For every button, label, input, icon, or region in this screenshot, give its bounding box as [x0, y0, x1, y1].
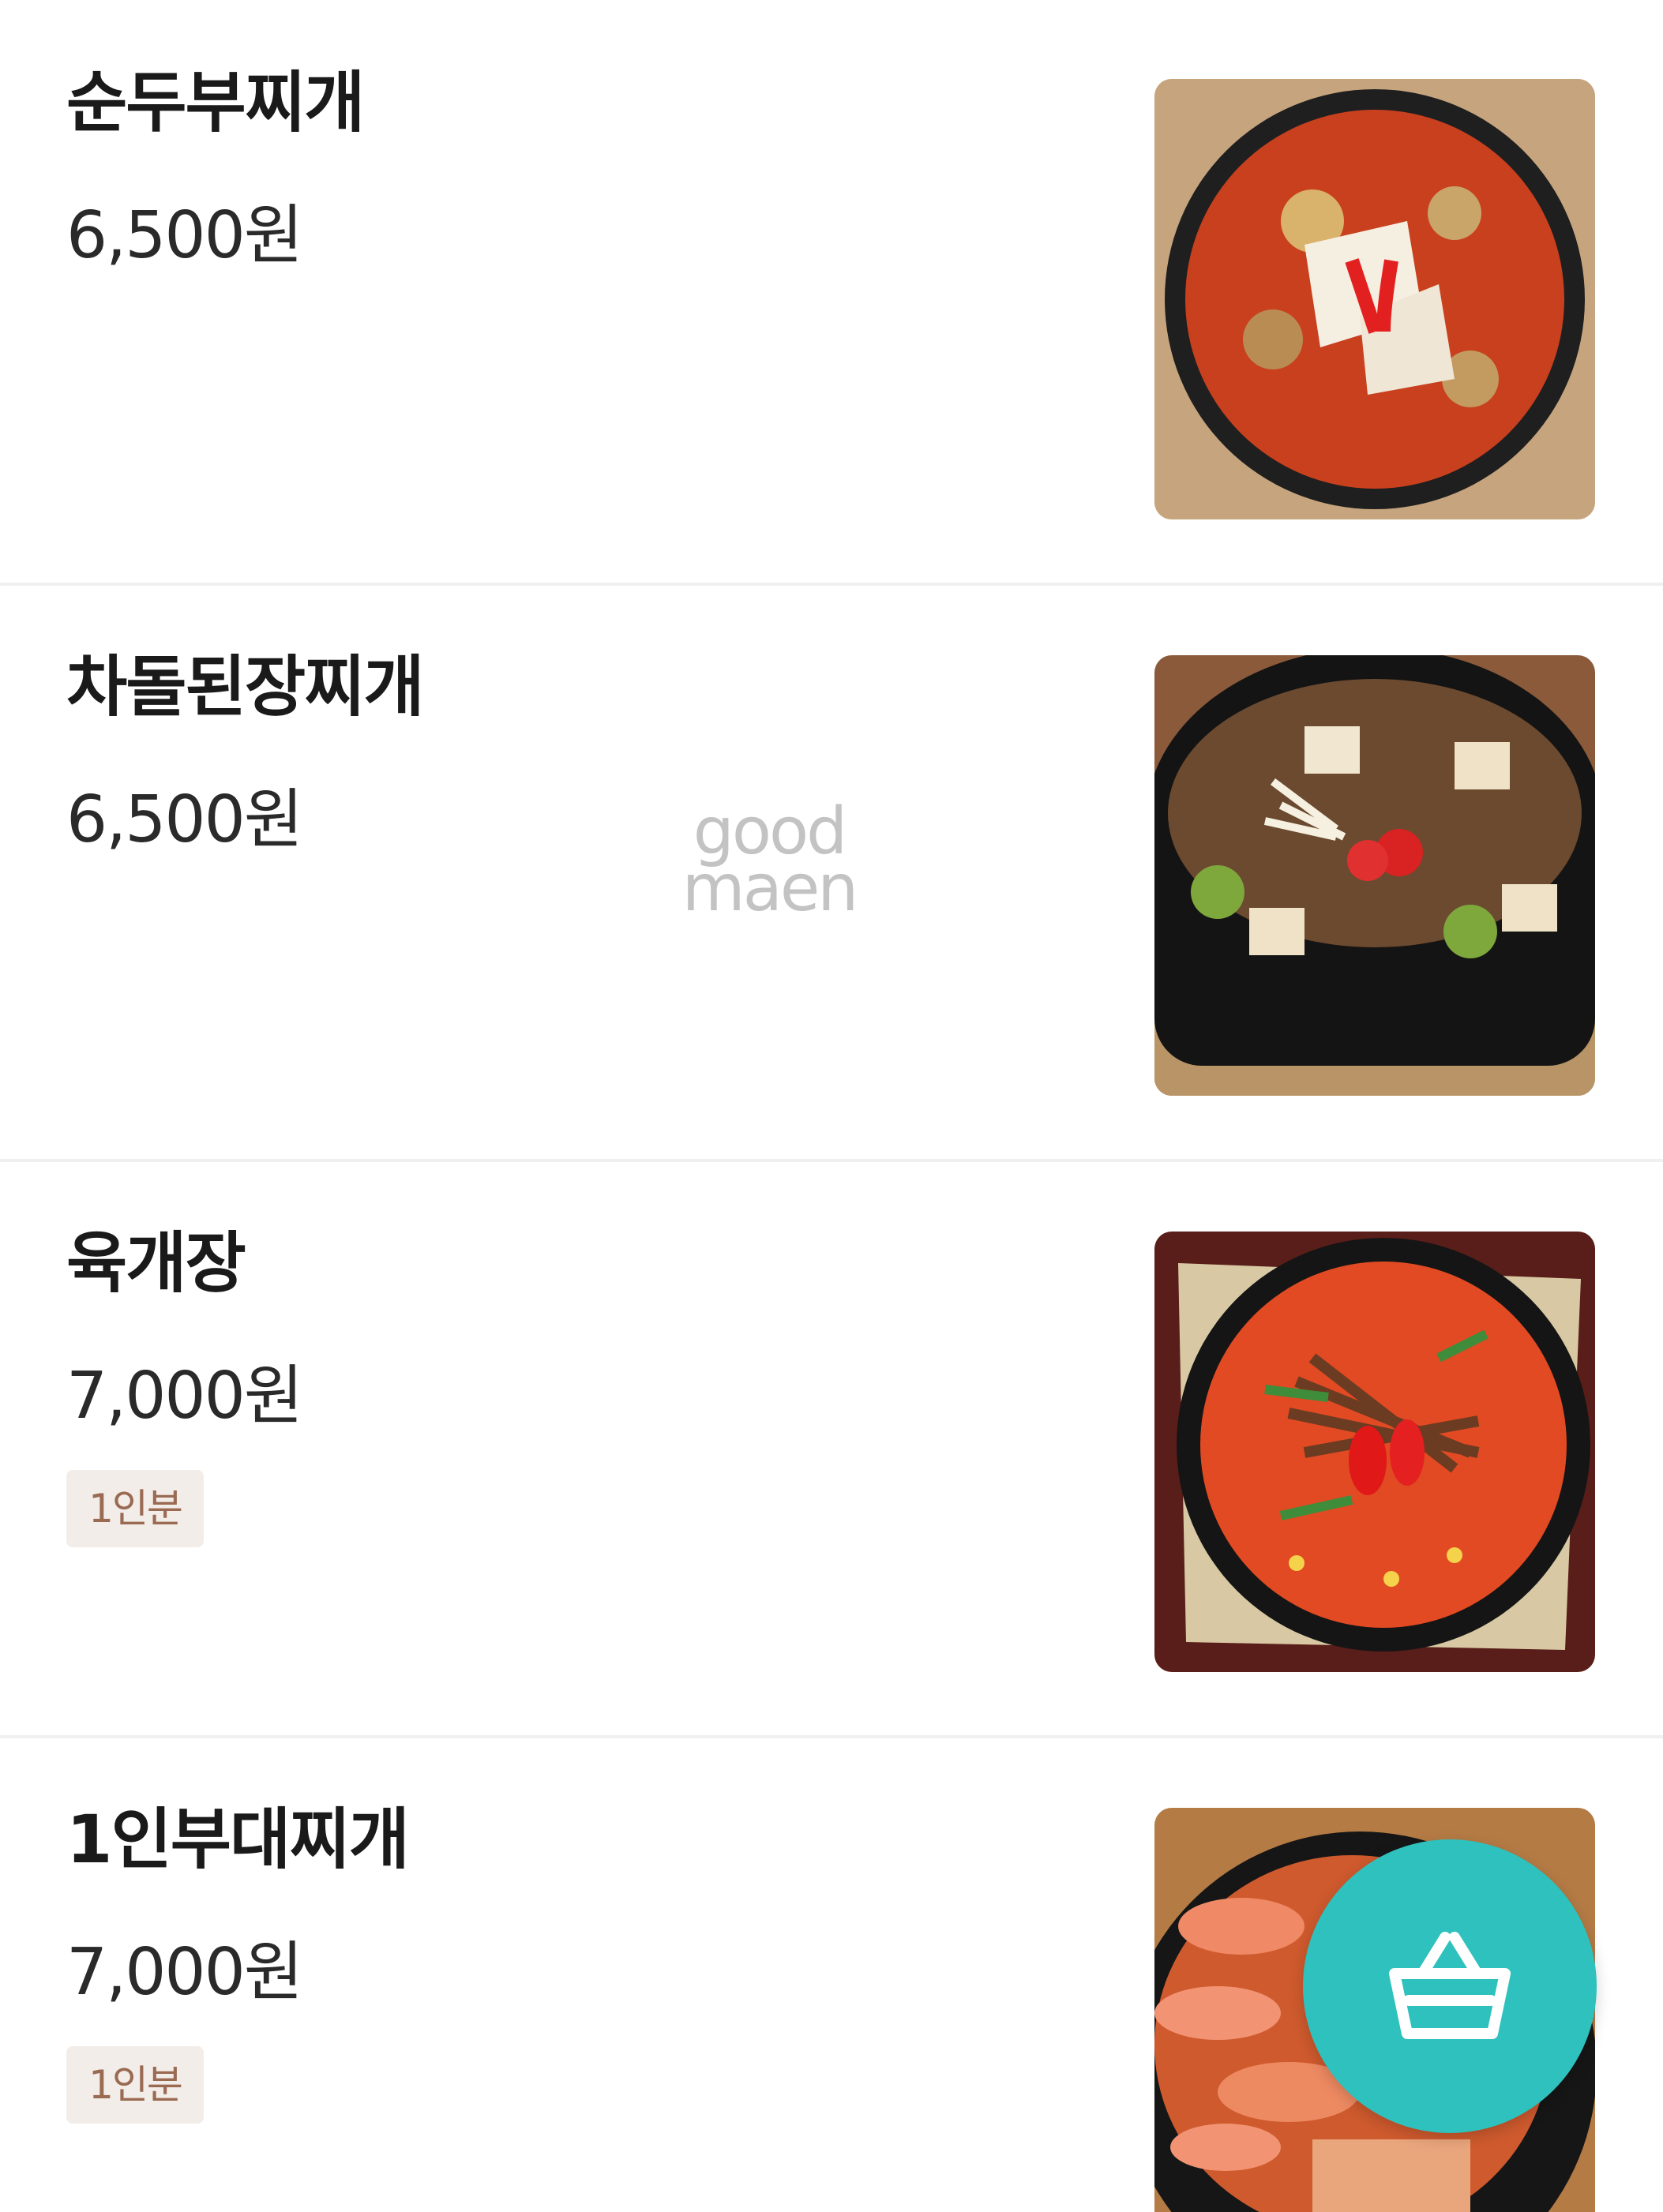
menu-item-price: 7,000원	[66, 1935, 303, 2010]
shopping-basket-icon	[1389, 1932, 1511, 2039]
cart-button[interactable]	[1303, 1839, 1597, 2133]
watermark-logo: good maen	[674, 800, 864, 926]
menu-item-yukgaejang[interactable]: 육개장 7,000원 1인분	[0, 1162, 1663, 1738]
menu-item-name: 육개장	[66, 1224, 246, 1302]
menu-page: 순두부찌개 6,500원 차돌된장찌개 6,500원 육개장 7,000원 1인…	[0, 0, 1663, 2212]
menu-item-price: 6,500원	[66, 198, 303, 273]
menu-item-name: 1인부대찌개	[66, 1801, 410, 1878]
watermark-line-2: maen	[681, 851, 859, 926]
menu-item-name: 순두부찌개	[66, 64, 365, 141]
menu-item-price: 7,000원	[66, 1359, 303, 1434]
menu-item-sundubu[interactable]: 순두부찌개 6,500원	[0, 0, 1663, 586]
menu-item-price: 6,500원	[66, 782, 303, 857]
menu-item-photo	[1154, 79, 1595, 519]
serving-size-badge: 1인분	[66, 1470, 204, 1547]
menu-item-name: 차돌된장찌개	[66, 648, 425, 725]
serving-size-badge: 1인분	[66, 2046, 204, 2124]
menu-item-photo	[1154, 655, 1595, 1096]
menu-item-photo	[1154, 1232, 1595, 1672]
